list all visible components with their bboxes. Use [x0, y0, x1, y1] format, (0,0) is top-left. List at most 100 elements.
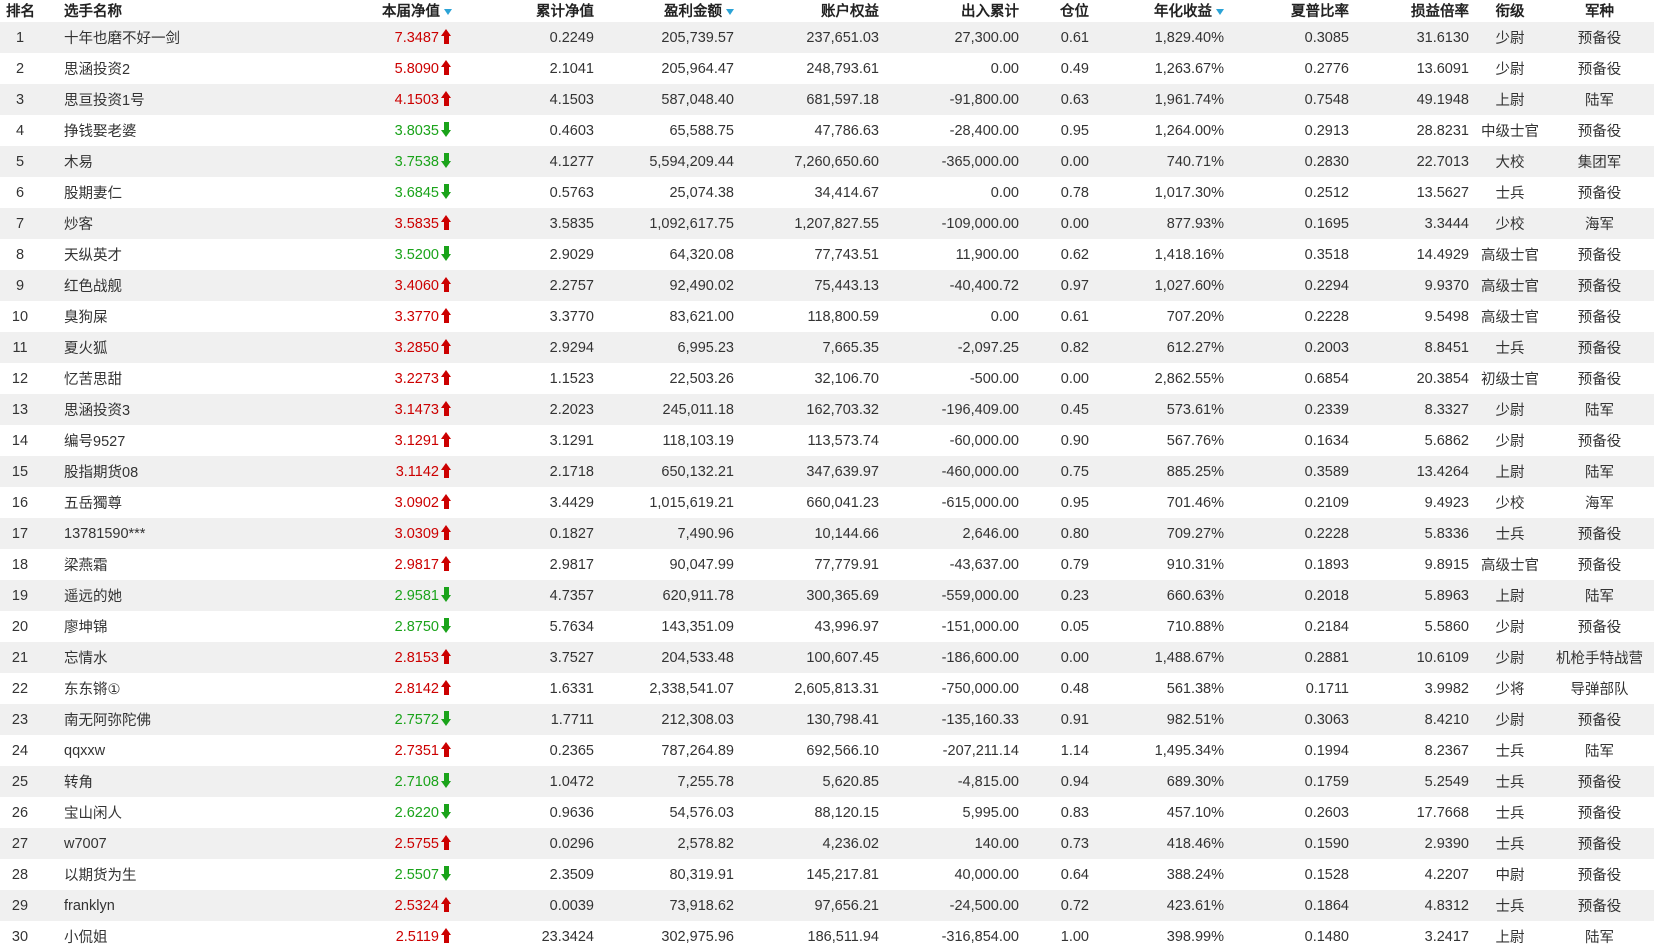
- player-name[interactable]: 思涵投资2: [40, 53, 270, 84]
- table-row[interactable]: 30 小侃姐 2.5119 23.3424 302,975.96 186,511…: [0, 921, 1654, 952]
- table-row[interactable]: 19 遥远的她 2.9581 4.7357 620,911.78 300,365…: [0, 580, 1654, 611]
- equity-cell: 186,511.94: [740, 921, 885, 952]
- nav-value: 3.3770: [394, 309, 439, 325]
- player-name[interactable]: 思涵投资3: [40, 394, 270, 425]
- player-name[interactable]: 南无阿弥陀佛: [40, 704, 270, 735]
- table-row[interactable]: 18 梁燕霜 2.9817 2.9817 90,047.99 77,779.91…: [0, 549, 1654, 580]
- army-cell: 预备役: [1545, 828, 1654, 859]
- sharpe-cell: 0.2339: [1230, 394, 1355, 425]
- player-name[interactable]: 炒客: [40, 208, 270, 239]
- player-name[interactable]: 天纵英才: [40, 239, 270, 270]
- table-row[interactable]: 16 五岳獨尊 3.0902 3.4429 1,015,619.21 660,0…: [0, 487, 1654, 518]
- table-row[interactable]: 17 13781590*** 3.0309 0.1827 7,490.96 10…: [0, 518, 1654, 549]
- player-name[interactable]: 宝山闲人: [40, 797, 270, 828]
- player-name[interactable]: 忆苦思甜: [40, 363, 270, 394]
- col-position[interactable]: 仓位: [1025, 0, 1095, 22]
- table-row[interactable]: 2 思涵投资2 5.8090 2.1041 205,964.47 248,793…: [0, 53, 1654, 84]
- col-cum-nav[interactable]: 累计净值: [470, 0, 600, 22]
- table-row[interactable]: 21 忘情水 2.8153 3.7527 204,533.48 100,607.…: [0, 642, 1654, 673]
- sharpe-cell: 0.1994: [1230, 735, 1355, 766]
- equity-cell: 43,996.97: [740, 611, 885, 642]
- flow-cell: -559,000.00: [885, 580, 1025, 611]
- player-name[interactable]: 转角: [40, 766, 270, 797]
- table-row[interactable]: 9 红色战舰 3.4060 2.2757 92,490.02 75,443.13…: [0, 270, 1654, 301]
- sort-desc-icon[interactable]: [726, 9, 734, 16]
- table-row[interactable]: 3 思亘投资1号 4.1503 4.1503 587,048.40 681,59…: [0, 84, 1654, 115]
- player-name[interactable]: w7007: [40, 828, 270, 859]
- table-row[interactable]: 29 franklyn 2.5324 0.0039 73,918.62 97,6…: [0, 890, 1654, 921]
- table-row[interactable]: 25 转角 2.7108 1.0472 7,255.78 5,620.85 -4…: [0, 766, 1654, 797]
- table-row[interactable]: 20 廖坤锦 2.8750 5.7634 143,351.09 43,996.9…: [0, 611, 1654, 642]
- col-sharpe[interactable]: 夏普比率: [1230, 0, 1355, 22]
- player-name[interactable]: franklyn: [40, 890, 270, 921]
- rank-cell: 22: [0, 673, 40, 704]
- nav-value: 3.0309: [394, 526, 439, 542]
- player-name[interactable]: 梁燕霜: [40, 549, 270, 580]
- table-row[interactable]: 11 夏火狐 3.2850 2.9294 6,995.23 7,665.35 -…: [0, 332, 1654, 363]
- player-name[interactable]: 编号9527: [40, 425, 270, 456]
- player-name[interactable]: 夏火狐: [40, 332, 270, 363]
- table-row[interactable]: 8 天纵英才 3.5200 2.9029 64,320.08 77,743.51…: [0, 239, 1654, 270]
- table-row[interactable]: 5 木易 3.7538 4.1277 5,594,209.44 7,260,65…: [0, 146, 1654, 177]
- player-name[interactable]: qqxxw: [40, 735, 270, 766]
- player-name[interactable]: 臭狗屎: [40, 301, 270, 332]
- player-name[interactable]: 股指期货08: [40, 456, 270, 487]
- nav-value: 7.3487: [394, 30, 439, 46]
- player-name[interactable]: 廖坤锦: [40, 611, 270, 642]
- player-name[interactable]: 小侃姐: [40, 921, 270, 952]
- col-title[interactable]: 衔级: [1475, 0, 1545, 22]
- title-cell: 少尉: [1475, 53, 1545, 84]
- col-rank[interactable]: 排名: [0, 0, 40, 22]
- table-row[interactable]: 7 炒客 3.5835 3.5835 1,092,617.75 1,207,82…: [0, 208, 1654, 239]
- table-row[interactable]: 22 东东锵① 2.8142 1.6331 2,338,541.07 2,605…: [0, 673, 1654, 704]
- table-row[interactable]: 10 臭狗屎 3.3770 3.3770 83,621.00 118,800.5…: [0, 301, 1654, 332]
- player-name[interactable]: 东东锵①: [40, 673, 270, 704]
- col-profit[interactable]: 盈利金额: [600, 0, 740, 22]
- player-name[interactable]: 忘情水: [40, 642, 270, 673]
- sort-desc-icon[interactable]: [444, 9, 452, 16]
- col-annual[interactable]: 年化收益: [1095, 0, 1230, 22]
- table-row[interactable]: 12 忆苦思甜 3.2273 1.1523 22,503.26 32,106.7…: [0, 363, 1654, 394]
- sort-desc-icon[interactable]: [1216, 9, 1224, 16]
- player-name[interactable]: 木易: [40, 146, 270, 177]
- player-name[interactable]: 红色战舰: [40, 270, 270, 301]
- player-name[interactable]: 股期妻仁: [40, 177, 270, 208]
- col-name[interactable]: 选手名称: [40, 0, 270, 22]
- title-cell: 士兵: [1475, 766, 1545, 797]
- flow-cell: -186,600.00: [885, 642, 1025, 673]
- pl-ratio-cell: 10.6109: [1355, 642, 1475, 673]
- army-cell: 预备役: [1545, 890, 1654, 921]
- table-row[interactable]: 23 南无阿弥陀佛 2.7572 1.7711 212,308.03 130,7…: [0, 704, 1654, 735]
- table-row[interactable]: 28 以期货为生 2.5507 2.3509 80,319.91 145,217…: [0, 859, 1654, 890]
- table-row[interactable]: 1 十年也磨不好一剑 7.3487 0.2249 205,739.57 237,…: [0, 22, 1654, 53]
- col-pl-ratio[interactable]: 损益倍率: [1355, 0, 1475, 22]
- annual-cell: 1,027.60%: [1095, 270, 1230, 301]
- table-row[interactable]: 14 编号9527 3.1291 3.1291 118,103.19 113,5…: [0, 425, 1654, 456]
- table-row[interactable]: 6 股期妻仁 3.6845 0.5763 25,074.38 34,414.67…: [0, 177, 1654, 208]
- player-name[interactable]: 13781590***: [40, 518, 270, 549]
- pl-ratio-cell: 4.8312: [1355, 890, 1475, 921]
- col-army[interactable]: 军种: [1545, 0, 1654, 22]
- player-name[interactable]: 五岳獨尊: [40, 487, 270, 518]
- flow-cell: -615,000.00: [885, 487, 1025, 518]
- player-name[interactable]: 遥远的她: [40, 580, 270, 611]
- arrow-down-icon: [441, 184, 452, 199]
- table-row[interactable]: 27 w7007 2.5755 0.0296 2,578.82 4,236.02…: [0, 828, 1654, 859]
- arrow-up-icon: [441, 29, 452, 44]
- col-nav[interactable]: 本届净值: [270, 0, 470, 22]
- player-name[interactable]: 十年也磨不好一剑: [40, 22, 270, 53]
- player-name[interactable]: 挣钱娶老婆: [40, 115, 270, 146]
- nav-cell: 5.8090: [270, 53, 470, 84]
- table-row[interactable]: 4 挣钱娶老婆 3.8035 0.4603 65,588.75 47,786.6…: [0, 115, 1654, 146]
- table-row[interactable]: 26 宝山闲人 2.6220 0.9636 54,576.03 88,120.1…: [0, 797, 1654, 828]
- table-row[interactable]: 24 qqxxw 2.7351 0.2365 787,264.89 692,56…: [0, 735, 1654, 766]
- col-flow[interactable]: 出入累计: [885, 0, 1025, 22]
- equity-cell: 75,443.13: [740, 270, 885, 301]
- player-name[interactable]: 以期货为生: [40, 859, 270, 890]
- col-equity[interactable]: 账户权益: [740, 0, 885, 22]
- pl-ratio-cell: 5.5860: [1355, 611, 1475, 642]
- table-row[interactable]: 13 思涵投资3 3.1473 2.2023 245,011.18 162,70…: [0, 394, 1654, 425]
- table-row[interactable]: 15 股指期货08 3.1142 2.1718 650,132.21 347,6…: [0, 456, 1654, 487]
- player-name[interactable]: 思亘投资1号: [40, 84, 270, 115]
- sharpe-cell: 0.7548: [1230, 84, 1355, 115]
